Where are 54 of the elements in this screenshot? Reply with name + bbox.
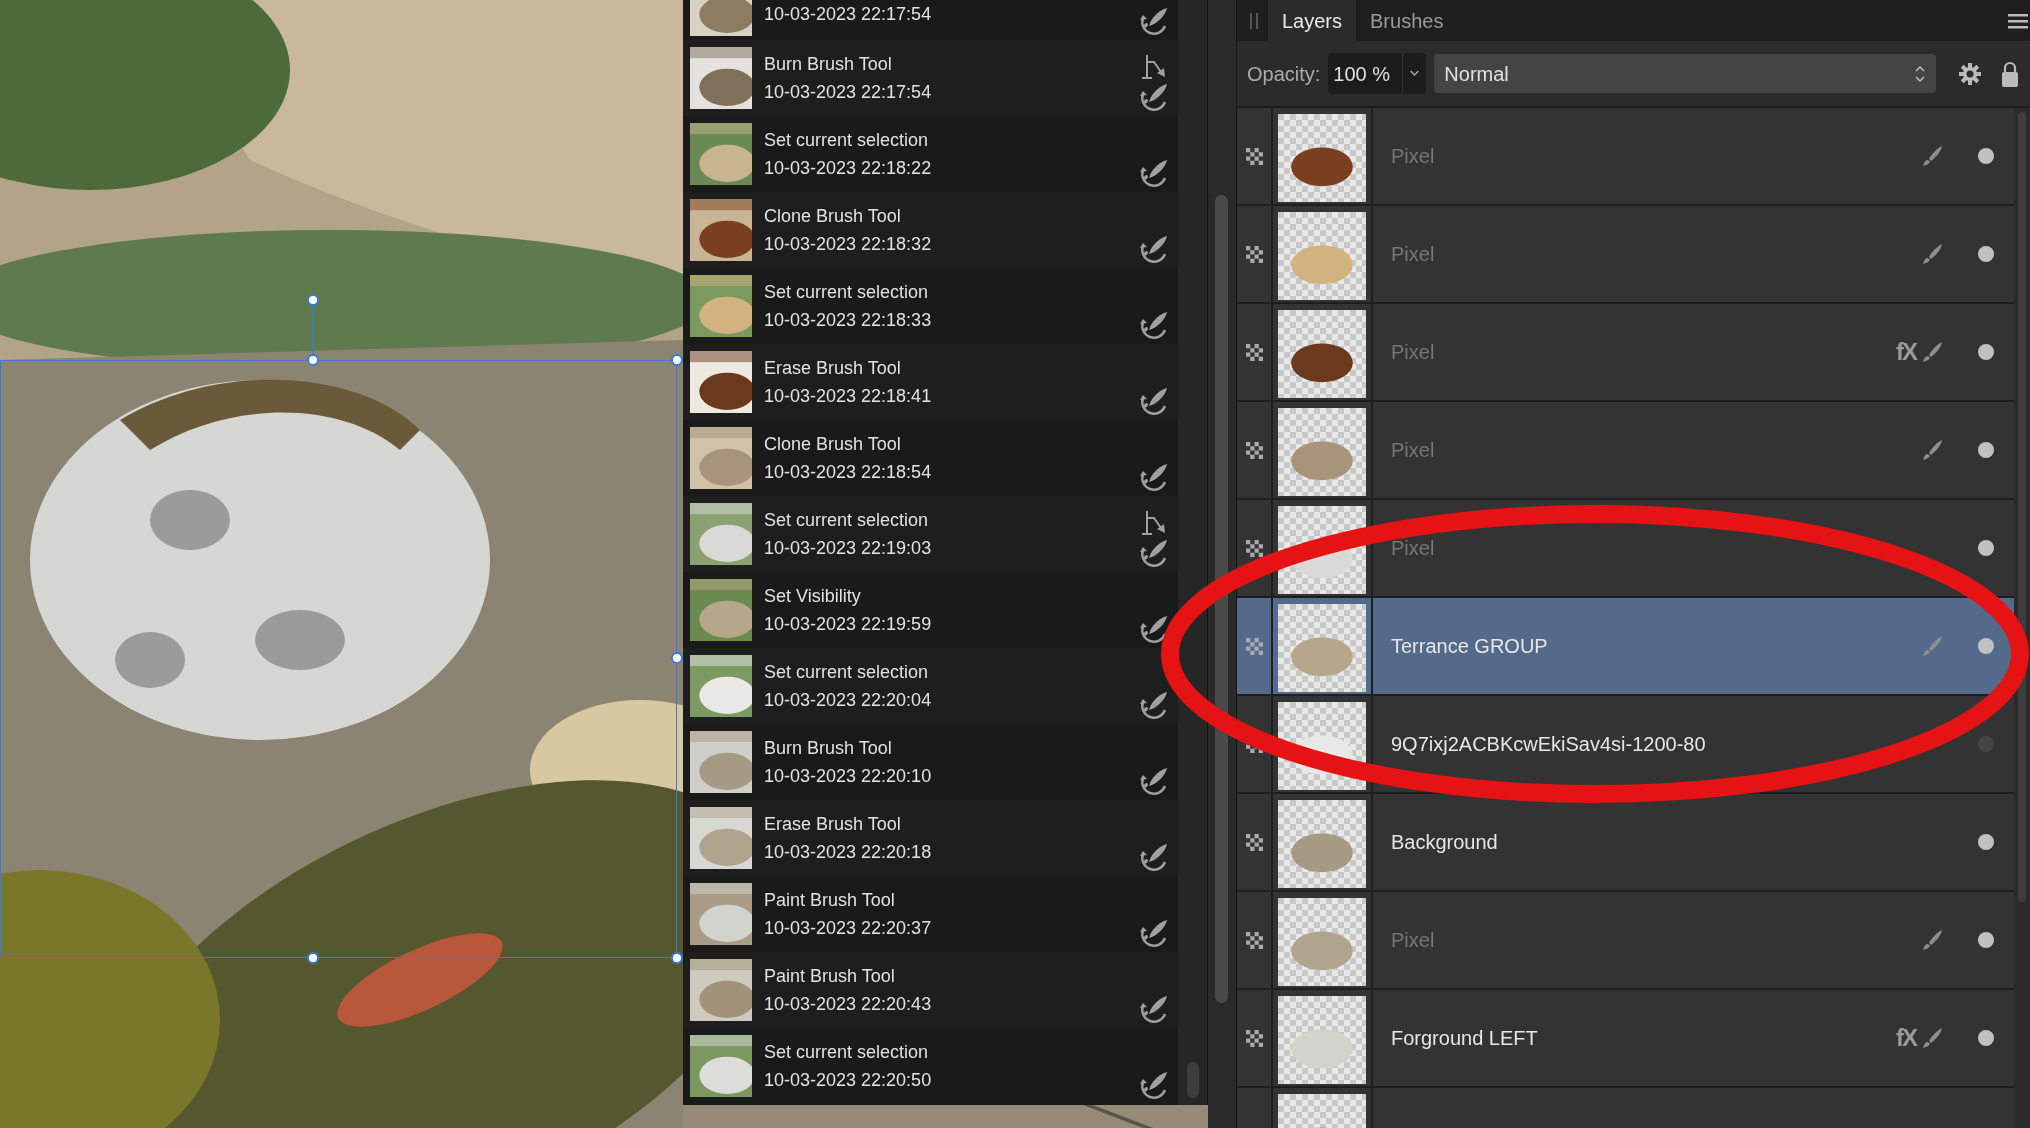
- brush-history-icon[interactable]: [1139, 614, 1169, 644]
- checker-icon[interactable]: [1245, 833, 1263, 851]
- history-item[interactable]: Erase Brush Tool 10-03-2023 22:18:41: [683, 344, 1178, 420]
- opacity-field[interactable]: 100 %: [1328, 53, 1427, 94]
- scrollbar-thumb[interactable]: [2018, 112, 2026, 902]
- brush-history-icon[interactable]: [1139, 690, 1169, 720]
- scrollbar-thumb[interactable]: [1215, 195, 1228, 1003]
- brush-history-icon[interactable]: [1139, 462, 1169, 492]
- checker-icon[interactable]: [1245, 245, 1263, 263]
- layer-row[interactable]: Background: [1237, 794, 2014, 892]
- layer-row[interactable]: Pixel fX: [1237, 304, 2014, 402]
- brush-icon[interactable]: [1922, 341, 1944, 363]
- brush-icon[interactable]: [1922, 145, 1944, 167]
- history-item[interactable]: Burn Brush Tool 10-03-2023 22:17:54: [683, 40, 1178, 116]
- brush-icon[interactable]: [1922, 1027, 1944, 1049]
- brush-history-icon[interactable]: [1139, 82, 1169, 112]
- fx-label[interactable]: fX: [1896, 334, 1916, 370]
- checker-icon[interactable]: [1245, 441, 1263, 459]
- history-item[interactable]: Paint Brush Tool 10-03-2023 22:20:43: [683, 952, 1178, 1028]
- checker-icon[interactable]: [1245, 147, 1263, 165]
- brush-history-icon[interactable]: [1139, 6, 1169, 36]
- brush-history-icon[interactable]: [1139, 918, 1169, 948]
- brush-icon[interactable]: [1922, 243, 1944, 265]
- layer-row[interactable]: Terrance GROUP: [1237, 598, 2014, 696]
- brush-history-icon[interactable]: [1139, 994, 1169, 1024]
- brush-history-icon[interactable]: [1139, 386, 1169, 416]
- history-item[interactable]: Set current selection 10-03-2023 22:20:04: [683, 648, 1178, 724]
- opacity-label: Opacity:: [1247, 61, 1321, 87]
- settings-icon[interactable]: [1958, 61, 1983, 86]
- panel-tab[interactable]: Brushes: [1356, 0, 1458, 41]
- history-item[interactable]: Erase Brush Tool 10-03-2023 22:20:18: [683, 800, 1178, 876]
- brush-history-icon[interactable]: [1139, 538, 1169, 568]
- brush-history-icon[interactable]: [1139, 1070, 1169, 1100]
- checker-icon[interactable]: [1245, 637, 1263, 655]
- panel-tab[interactable]: Layers: [1268, 0, 1357, 41]
- scrollbar-thumb[interactable]: [1187, 1062, 1199, 1098]
- brush-icon[interactable]: [1922, 929, 1944, 951]
- brush-history-icon[interactable]: [1139, 842, 1169, 872]
- history-item[interactable]: Set current selection 10-03-2023 22:19:03: [683, 496, 1178, 572]
- blend-mode-select[interactable]: Normal: [1434, 54, 1937, 93]
- history-item[interactable]: Clone Brush Tool 10-03-2023 22:18:32: [683, 192, 1178, 268]
- panel-grip-icon[interactable]: [1249, 10, 1259, 31]
- fx-label[interactable]: fX: [1896, 1020, 1916, 1056]
- checker-icon[interactable]: [1245, 539, 1263, 557]
- checker-icon[interactable]: [1245, 1029, 1263, 1047]
- brush-history-icon[interactable]: [1139, 310, 1169, 340]
- layer-row[interactable]: Forground LEFT fX: [1237, 990, 2014, 1088]
- checker-icon[interactable]: [1245, 343, 1263, 361]
- brush-history-icon[interactable]: [1139, 234, 1169, 264]
- brush-history-icon[interactable]: [1139, 766, 1169, 796]
- brush-history-icon[interactable]: [1139, 158, 1169, 188]
- brush-icon[interactable]: [1922, 439, 1944, 461]
- checker-icon[interactable]: [1245, 931, 1263, 949]
- lock-icon[interactable]: [2002, 60, 2019, 87]
